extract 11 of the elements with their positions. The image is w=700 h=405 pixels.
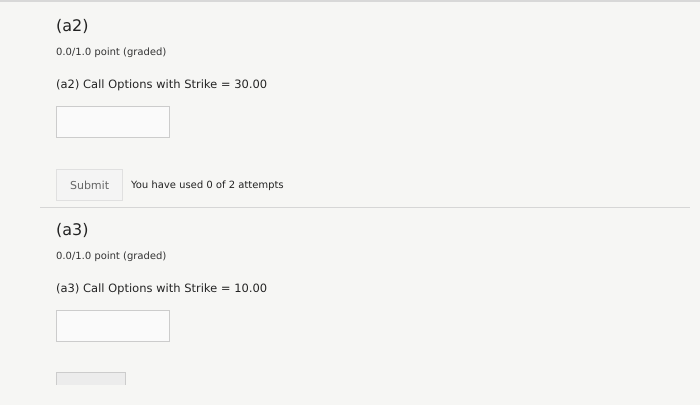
question-text: (a2) Call Options with Strike = 30.00 [56, 77, 268, 91]
points-text: 0.0/1.0 point (graded) [56, 47, 168, 58]
cut-off-button[interactable] [56, 372, 126, 385]
answer-field[interactable] [56, 106, 170, 138]
problem-title: (a2) [56, 16, 90, 35]
submit-button[interactable]: Submit [56, 169, 123, 201]
answer-field[interactable] [56, 310, 170, 342]
question-text: (a3) Call Options with Strike = 10.00 [56, 281, 268, 295]
points-text: 0.0/1.0 point (graded) [56, 251, 168, 262]
attempts-text: You have used 0 of 2 attempts [131, 180, 284, 190]
problem-title: (a3) [56, 220, 90, 239]
